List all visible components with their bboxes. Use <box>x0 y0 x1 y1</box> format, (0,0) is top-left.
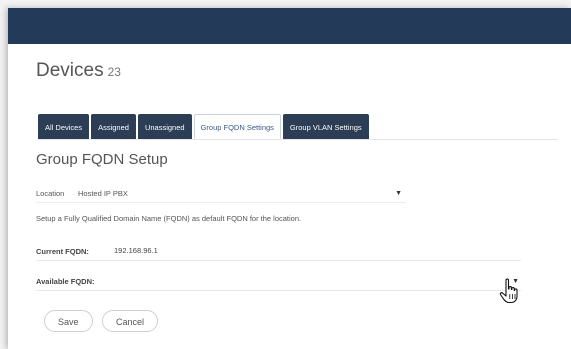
available-fqdn-label: Available FQDN: <box>36 276 95 286</box>
section-title: Group FQDN Setup <box>36 151 168 168</box>
current-fqdn-field[interactable] <box>114 243 521 259</box>
top-navigation-bar <box>8 8 571 44</box>
tab-all-devices[interactable]: All Devices <box>38 114 90 139</box>
page-title: Devices 23 <box>36 60 121 82</box>
tab-bar: All Devices Assigned Unassigned Group FQ… <box>38 114 369 139</box>
device-count: 23 <box>107 65 121 79</box>
tab-unassigned[interactable]: Unassigned <box>137 114 192 139</box>
caret-down-icon: ▼ <box>395 189 402 197</box>
tab-divider <box>38 139 558 140</box>
tab-group-vlan-settings[interactable]: Group VLAN Settings <box>282 114 369 139</box>
save-button[interactable]: Save <box>44 310 93 332</box>
current-fqdn-label: Current FQDN: <box>36 246 89 256</box>
app-window: Devices 23 All Devices Assigned Unassigne… <box>8 8 571 349</box>
hand-cursor-icon <box>499 278 518 304</box>
location-select[interactable]: Hosted IP PBX ▼ <box>78 185 406 201</box>
tab-group-fqdn-settings[interactable]: Group FQDN Settings <box>193 114 281 139</box>
cancel-button[interactable]: Cancel <box>102 310 159 332</box>
tab-assigned[interactable]: Assigned <box>91 114 136 139</box>
location-row: Location Hosted IP PBX ▼ <box>36 184 406 203</box>
current-fqdn-row: Current FQDN: <box>36 242 521 261</box>
page-title-text: Devices <box>36 60 104 81</box>
help-text: Setup a Fully Qualified Domain Name (FQD… <box>36 214 302 223</box>
location-label: Location <box>36 188 65 198</box>
location-selected-value: Hosted IP PBX <box>78 188 128 198</box>
available-fqdn-row: Available FQDN: ▼ <box>36 272 521 291</box>
available-fqdn-select[interactable]: ▼ <box>110 273 521 289</box>
